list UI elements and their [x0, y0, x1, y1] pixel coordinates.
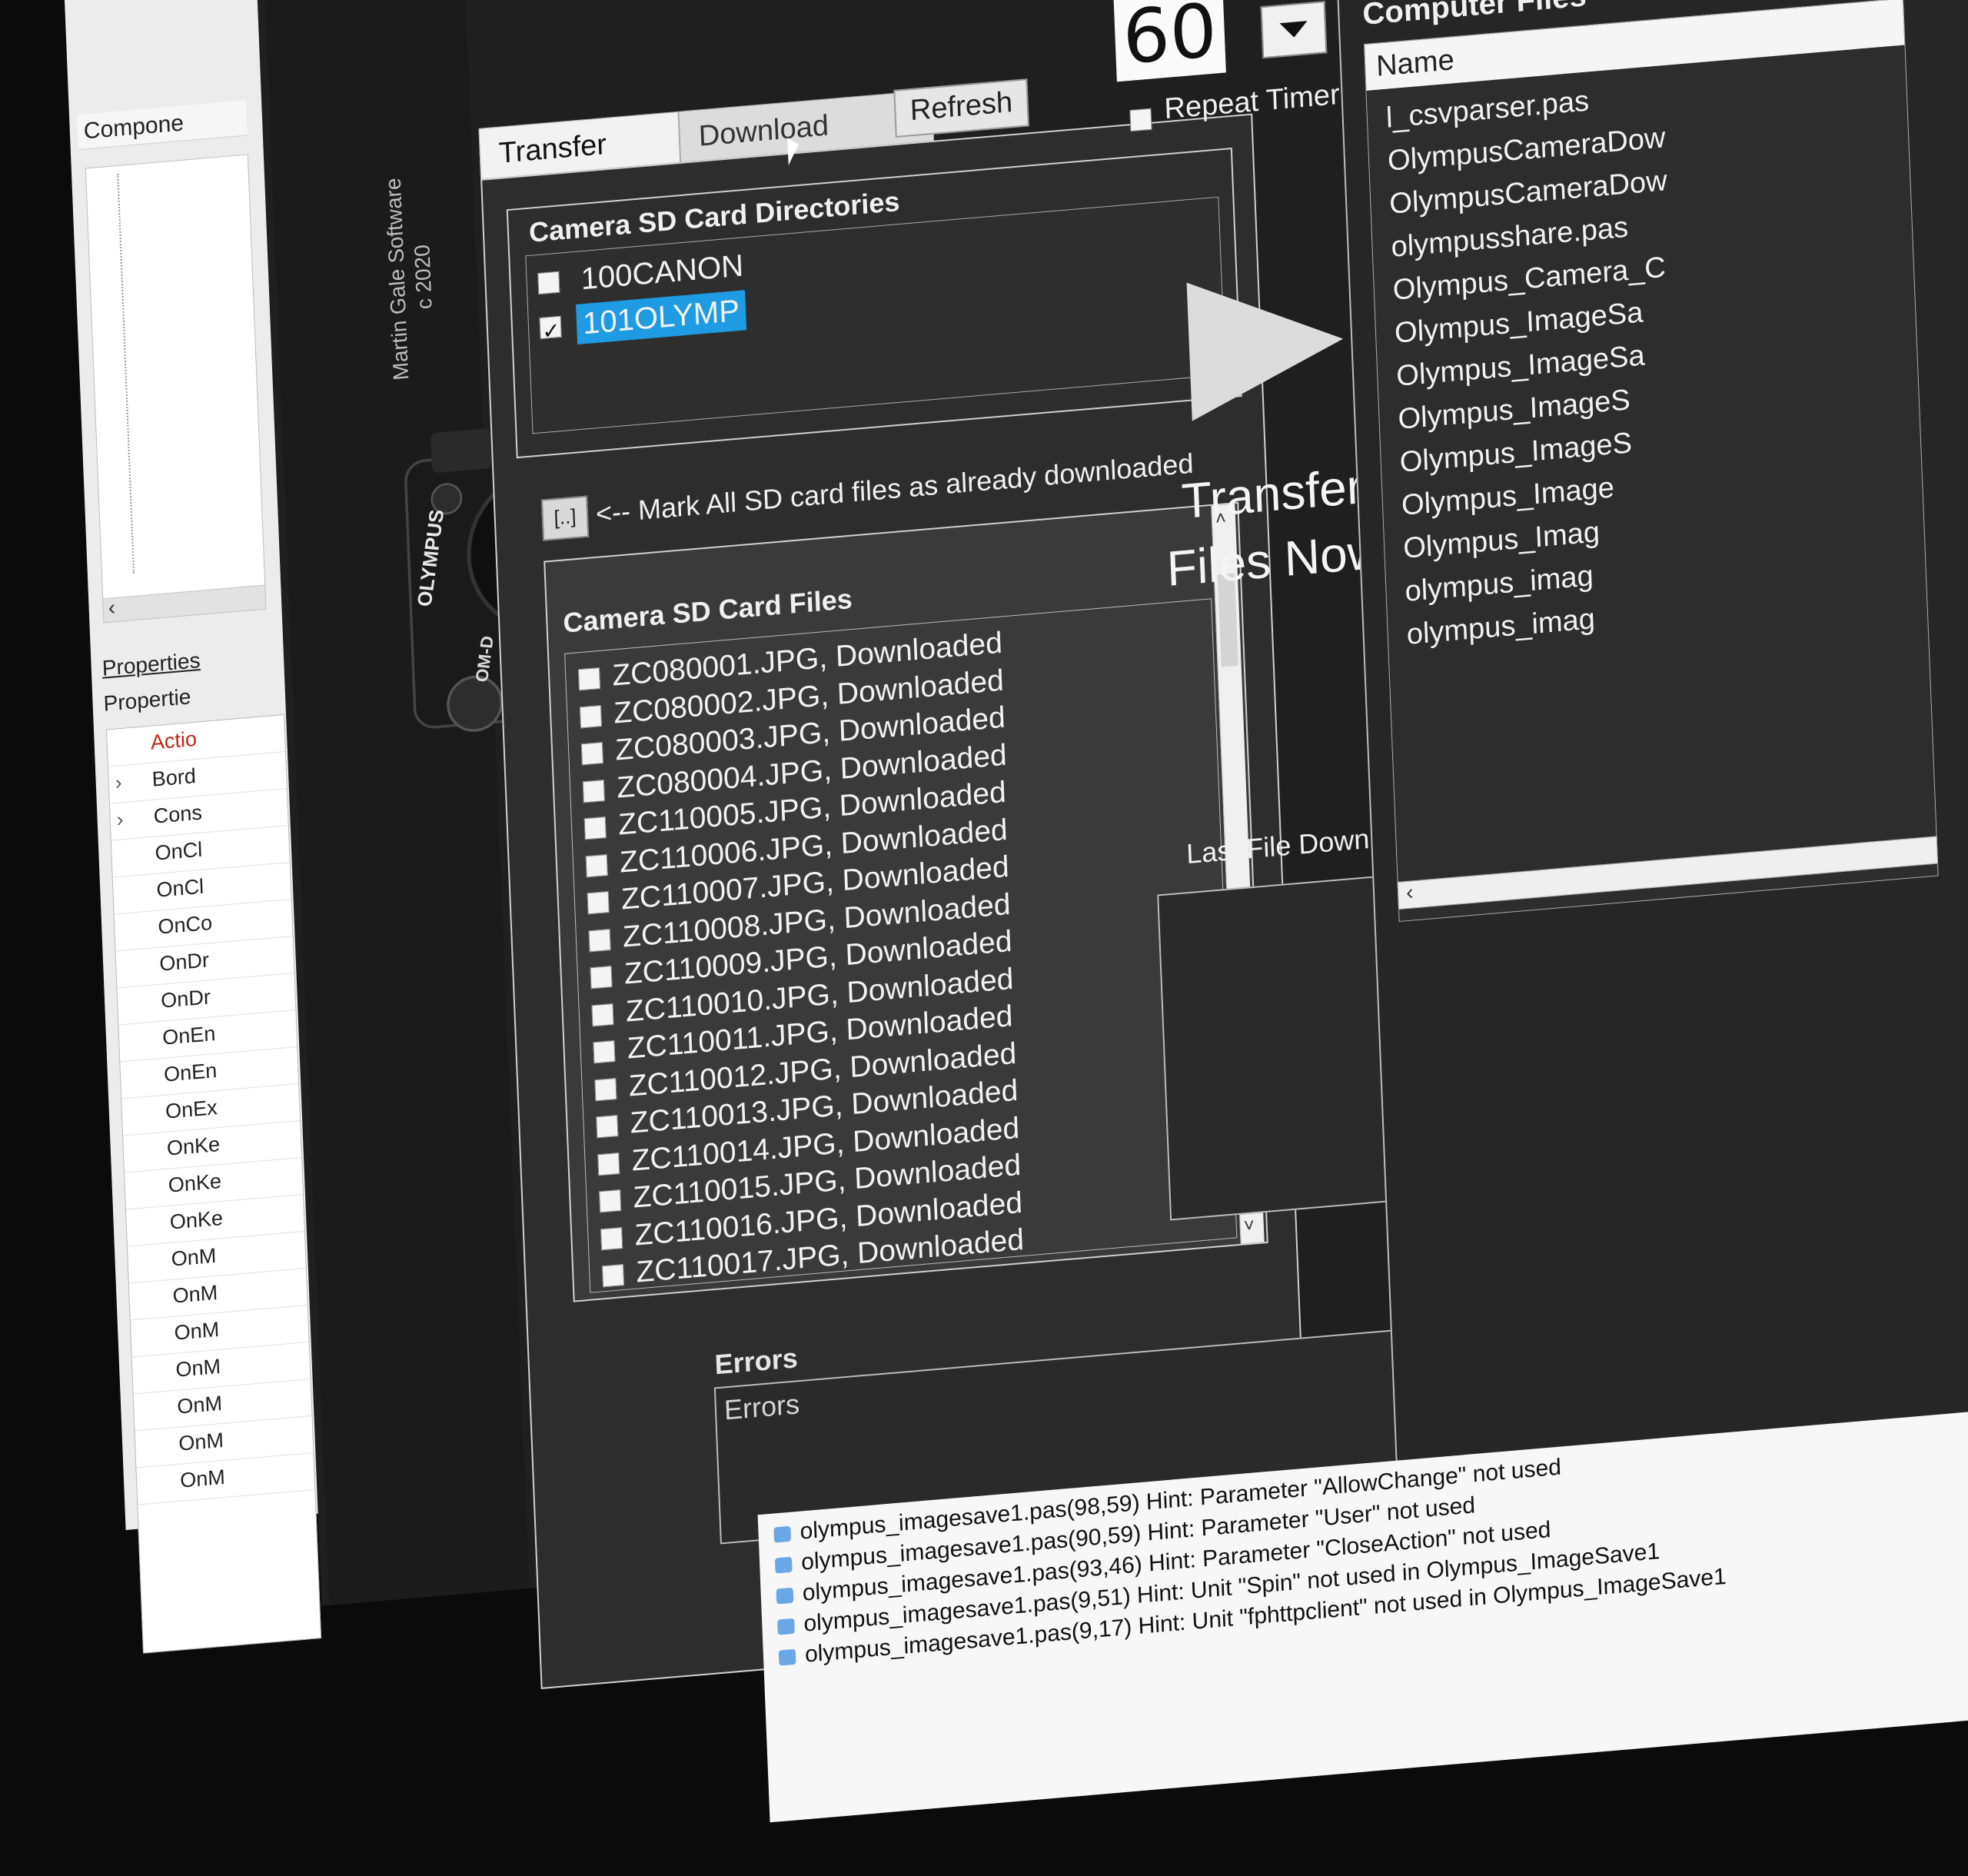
hint-icon	[774, 1556, 793, 1574]
mouse-cursor	[787, 136, 800, 165]
credit-text: Martin Gale Software c 2020	[381, 175, 441, 381]
computer-files-list[interactable]: Name l_csvparser.pas OlympusCameraDow Olym…	[1364, 0, 1939, 923]
property-name: OnKe	[168, 1169, 222, 1197]
component-tree[interactable]	[85, 154, 266, 600]
files-title: Camera SD Card Files	[562, 582, 853, 639]
file-checkbox[interactable]	[579, 704, 603, 728]
scroll-left-icon[interactable]: ‹	[108, 595, 116, 620]
directory-name: 101OLYMP	[576, 290, 746, 345]
file-checkbox[interactable]	[591, 1003, 614, 1026]
refresh-button[interactable]: Refresh	[893, 78, 1029, 138]
file-checkbox[interactable]	[599, 1189, 622, 1213]
timer-dropdown-button[interactable]	[1260, 1, 1328, 59]
file-checkbox[interactable]	[594, 1077, 617, 1101]
property-name: OnM	[172, 1280, 218, 1308]
file-checkbox[interactable]	[602, 1263, 625, 1288]
properties-tab-label: Properties	[101, 647, 201, 680]
play-icon[interactable]	[1186, 269, 1346, 421]
property-name: Actio	[150, 727, 198, 754]
property-name: Cons	[153, 800, 203, 828]
hint-icon	[777, 1618, 795, 1635]
hint-icon	[773, 1525, 792, 1543]
file-checkbox[interactable]	[582, 779, 605, 803]
file-checkbox[interactable]	[585, 853, 608, 877]
property-name: OnKe	[169, 1206, 224, 1234]
file-checkbox[interactable]	[580, 741, 603, 766]
file-checkbox[interactable]	[587, 890, 610, 915]
file-checkbox[interactable]	[597, 1152, 620, 1176]
property-name: OnCl	[155, 874, 204, 902]
errors-placeholder: Errors	[723, 1388, 800, 1426]
directory-checkbox[interactable]	[537, 271, 560, 295]
property-name: OnDr	[158, 948, 210, 976]
components-tab[interactable]: Compone	[77, 100, 248, 151]
property-name: OnM	[178, 1428, 224, 1455]
property-name: OnDr	[160, 985, 211, 1013]
repeat-timer-checkbox[interactable]	[1129, 108, 1152, 132]
property-name: OnEx	[165, 1096, 218, 1123]
file-checkbox[interactable]	[593, 1039, 616, 1064]
property-name: OnCo	[157, 910, 213, 939]
hint-icon	[776, 1587, 794, 1605]
directories-group: Camera SD Card Directories 100CANON101OL…	[506, 147, 1242, 459]
property-grid[interactable]: Actio › Bord › Cons OnCl OnCl OnCo OnDr OnDr OnEn O…	[106, 713, 322, 1654]
property-name: OnEn	[161, 1021, 216, 1049]
file-list[interactable]: ZC080001.JPG, Downloaded ZC080002.JPG, Do…	[564, 598, 1238, 1293]
expand-icon[interactable]: ›	[115, 770, 122, 795]
property-name: OnM	[179, 1465, 226, 1492]
directory-checkbox[interactable]	[539, 315, 562, 340]
scroll-left-icon[interactable]: ‹	[1406, 880, 1414, 905]
property-name: OnKe	[166, 1132, 221, 1160]
hint-icon	[778, 1648, 796, 1666]
tab-strip: Transfer Files Download History	[478, 89, 935, 222]
property-name: Bord	[151, 763, 197, 791]
computer-files-panel: Computer Files Name l_csvparser.pas Olymp…	[1332, 0, 1968, 1499]
property-name: OnCl	[155, 837, 203, 865]
file-checkbox[interactable]	[596, 1114, 619, 1139]
timer-value[interactable]: 60	[1113, 0, 1227, 82]
file-checkbox[interactable]	[600, 1226, 623, 1250]
file-checkbox[interactable]	[590, 965, 613, 990]
property-name: OnM	[171, 1243, 217, 1271]
file-checkbox[interactable]	[588, 928, 611, 952]
property-name: OnEn	[163, 1058, 218, 1086]
property-name: OnM	[175, 1354, 221, 1382]
file-checkbox[interactable]	[583, 816, 607, 840]
errors-title: Errors	[713, 1342, 799, 1381]
scroll-down-icon[interactable]: ˅	[1243, 1215, 1255, 1237]
tree-line	[117, 173, 136, 574]
expand-icon[interactable]: ›	[116, 807, 124, 832]
property-name: OnM	[176, 1391, 223, 1419]
property-name: OnM	[174, 1317, 220, 1345]
mark-all-button[interactable]: [..]	[541, 495, 590, 541]
app-form: Martin Gale Software c 2020 OLYMPUS OM-D…	[256, 0, 1968, 1689]
file-checkbox[interactable]	[577, 667, 601, 691]
